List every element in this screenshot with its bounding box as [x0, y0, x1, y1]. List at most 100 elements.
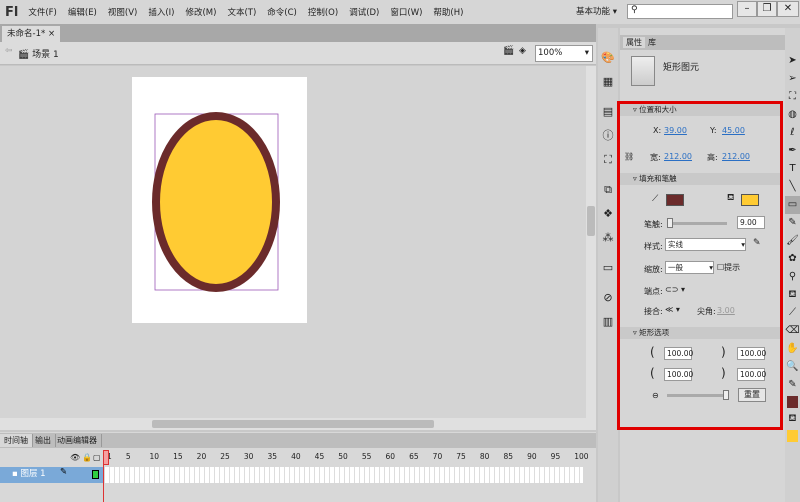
document-tab-label: 未命名-1* — [7, 29, 46, 39]
menu-insert[interactable]: 插入(I) — [148, 6, 174, 18]
scene-panel-icon[interactable]: ▭ — [598, 256, 618, 280]
document-tabs — [0, 24, 596, 42]
search-input[interactable]: ⚲ — [627, 4, 733, 19]
tools-panel: ➤ ➢ ⛶ ◍ ℓ ✒ T ╲ ▭ ✎ 🖌 ✿ ⚲ ⛾ ⟋ ⌫ ✋ 🔍 ✎ ⛾ — [785, 28, 800, 502]
text-tool-icon[interactable]: T — [785, 160, 800, 178]
menu-edit[interactable]: 编辑(E) — [68, 6, 97, 18]
outline-icon[interactable]: ▢ — [93, 453, 101, 462]
menu-modify[interactable]: 修改(M) — [185, 6, 216, 18]
library-icon[interactable]: ▥ — [598, 310, 618, 334]
menu-help[interactable]: 帮助(H) — [433, 6, 463, 18]
show-hide-icon[interactable]: 👁 — [70, 453, 80, 462]
frame-tick: 25 — [220, 452, 230, 461]
tab-properties[interactable]: 属性 — [623, 37, 645, 48]
pen-tool-icon[interactable]: ✒ — [785, 142, 800, 160]
3d-rotation-icon[interactable]: ◍ — [785, 106, 800, 124]
vertical-scrollbar[interactable] — [586, 66, 596, 430]
brush-tool-icon[interactable]: 🖌 — [785, 232, 800, 250]
edit-scene-icon[interactable]: 🎬 — [503, 46, 514, 56]
subselection-tool-icon[interactable]: ➢ — [785, 70, 800, 88]
menu-view[interactable]: 视图(V) — [108, 6, 137, 18]
workspace-switcher[interactable]: 基本功能 ▾ — [576, 5, 617, 17]
menu-control[interactable]: 控制(O) — [308, 6, 338, 18]
pencil-tool-icon[interactable]: ✎ — [785, 214, 800, 232]
back-arrow-icon[interactable]: ⇦ — [5, 46, 13, 56]
close-button[interactable]: ✕ — [777, 1, 799, 17]
edit-symbol-icon[interactable]: ◈ — [519, 46, 526, 56]
frame-tick: 45 — [314, 452, 325, 461]
transform-icon[interactable]: ⛶ — [598, 148, 618, 172]
components-icon[interactable]: ❖ — [598, 202, 618, 226]
fill-color-chip[interactable] — [787, 430, 798, 442]
swatches-icon[interactable]: ▦ — [598, 70, 618, 94]
outline-color-icon[interactable] — [92, 470, 99, 479]
hand-tool-icon[interactable]: ✋ — [785, 340, 800, 358]
frame-tick: 15 — [173, 452, 183, 461]
app-logo: Fl — [5, 4, 19, 20]
frame-cells[interactable] — [105, 467, 583, 483]
close-tab-icon[interactable]: × — [48, 29, 55, 39]
menu-text[interactable]: 文本(T) — [227, 6, 256, 18]
frame-tick: 55 — [361, 452, 372, 461]
horizontal-scrollbar[interactable] — [0, 418, 586, 430]
minimize-button[interactable]: – — [737, 1, 757, 17]
lasso-icon[interactable]: ℓ — [785, 124, 800, 142]
selection-tool-icon[interactable]: ➤ — [785, 52, 800, 70]
layer-row[interactable]: ▪ 图层 1 ✎ — [0, 467, 103, 483]
behaviors-icon[interactable]: ⊘ — [598, 286, 618, 310]
panel-icon-strip: 🎨 ▦ ▤ ⓘ ⛶ ⧉ ❖ ⁂ ▭ ⊘ ▥ — [598, 28, 618, 502]
bone-tool-icon[interactable]: ⚲ — [785, 268, 800, 286]
frame-tick: 80 — [479, 452, 490, 461]
rounded-rectangle-shape[interactable] — [145, 105, 285, 295]
fill-color-tool-icon[interactable]: ⛾ — [785, 410, 800, 428]
highlight-box — [617, 101, 783, 430]
tab-library[interactable]: 库 — [648, 37, 656, 48]
line-tool-icon[interactable]: ╲ — [785, 178, 800, 196]
scroll-thumb[interactable] — [152, 420, 434, 428]
playhead[interactable] — [103, 450, 109, 502]
menu-window[interactable]: 窗口(W) — [390, 6, 422, 18]
frame-tick: 100 — [574, 452, 589, 461]
tab-motion-editor[interactable]: 动画编辑器 — [53, 434, 102, 447]
ellipse-shape[interactable] — [152, 112, 280, 292]
rectangle-tool-icon[interactable]: ▭ — [785, 196, 800, 214]
code-snippets-icon[interactable]: ⧉ — [598, 178, 618, 202]
frame-tick: 95 — [550, 452, 561, 461]
frame-tick: 90 — [527, 452, 537, 461]
zoom-tool-icon[interactable]: 🔍 — [785, 358, 800, 376]
eraser-icon[interactable]: ⌫ — [785, 322, 800, 340]
layer-name: 图层 1 — [20, 469, 46, 479]
menu-commands[interactable]: 命令(C) — [267, 6, 297, 18]
motion-presets-icon[interactable]: ⁂ — [598, 226, 618, 250]
restore-button[interactable]: ❐ — [757, 1, 777, 17]
zoom-value: 100% — [538, 48, 563, 58]
search-icon: ⚲ — [631, 5, 638, 15]
free-transform-icon[interactable]: ⛶ — [785, 88, 800, 106]
color-icon[interactable]: 🎨 — [598, 46, 618, 70]
frame-tick: 20 — [196, 452, 207, 461]
zoom-select[interactable]: 100% ▾ — [535, 45, 593, 62]
lock-icon[interactable]: 🔒 — [82, 453, 92, 462]
menu-file[interactable]: 文件(F) — [28, 6, 57, 18]
frame-ruler[interactable]: 1 5 10 15 20 25 30 35 40 45 50 55 60 65 70 75 80 85 90 95 10… — [105, 450, 589, 466]
align-icon[interactable]: ▤ — [598, 100, 618, 124]
paint-bucket-icon[interactable]: ⛾ — [785, 286, 800, 304]
info-icon[interactable]: ⓘ — [598, 124, 618, 148]
menu-debug[interactable]: 调试(D) — [349, 6, 379, 18]
stroke-color-tool-icon[interactable]: ✎ — [785, 376, 800, 394]
eyedropper-icon[interactable]: ⟋ — [785, 304, 800, 322]
deco-tool-icon[interactable]: ✿ — [785, 250, 800, 268]
frame-tick: 30 — [243, 452, 254, 461]
document-tab[interactable]: 未命名-1* × — [2, 26, 61, 42]
frame-tick: 10 — [149, 452, 160, 461]
pencil-icon: ✎ — [60, 467, 68, 477]
scene-name: 场景 1 — [32, 50, 59, 60]
tab-timeline[interactable]: 时间轴 — [0, 434, 33, 447]
stroke-color-chip[interactable] — [787, 396, 798, 408]
object-type: 矩形图元 — [663, 63, 700, 73]
frame-tick: 75 — [456, 452, 466, 461]
scene-label[interactable]: 🎬 场景 1 — [18, 47, 59, 60]
frame-tick: 40 — [291, 452, 301, 461]
scroll-thumb[interactable] — [587, 206, 595, 236]
layer-icon: ▪ — [12, 469, 18, 479]
